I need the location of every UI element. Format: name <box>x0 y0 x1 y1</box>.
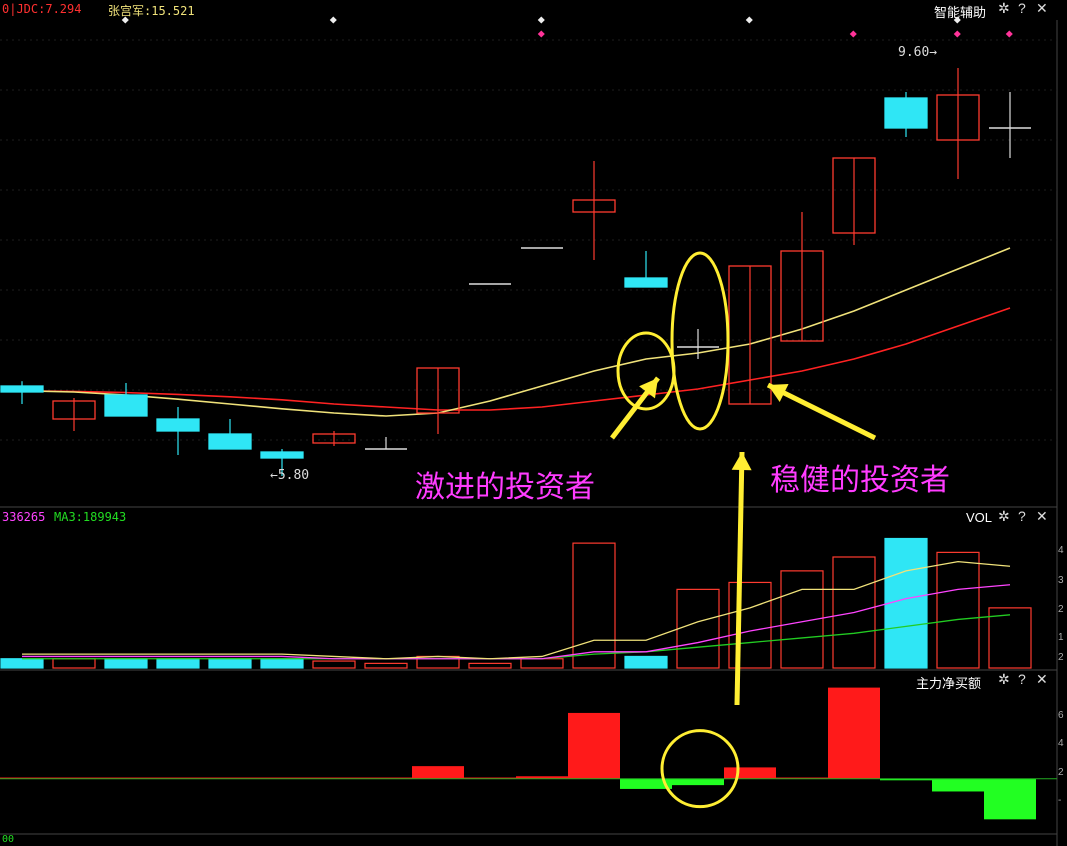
candle-body <box>208 433 252 450</box>
signal-diamond-pink <box>1005 30 1013 38</box>
volume-ma2-line <box>22 584 1011 660</box>
candle-body <box>0 385 44 393</box>
flow-tick: 6 <box>1058 710 1064 721</box>
candle <box>416 367 460 434</box>
steady-investor-annotation: 稳健的投资者 <box>770 463 950 498</box>
volume-tick: 3 <box>1058 575 1064 586</box>
volume-bar <box>208 658 252 669</box>
volume-bar <box>676 588 720 669</box>
signal-diamond-pink <box>953 30 961 38</box>
volume-bar <box>572 542 616 669</box>
volume-bar <box>988 607 1032 669</box>
ma-long-line <box>21 307 1011 411</box>
candle <box>156 407 200 455</box>
net-buy-panel-name: 主力净买额 <box>916 676 982 691</box>
volume-bar <box>52 658 96 669</box>
candle <box>936 68 980 179</box>
candle <box>52 398 96 431</box>
candle-body <box>104 394 148 417</box>
volume-bar <box>624 655 668 669</box>
volume-tick: 4 <box>1058 545 1064 556</box>
candle-body <box>156 418 200 432</box>
flow-tick: 2 <box>1058 767 1064 778</box>
net-buy-bar <box>672 778 724 786</box>
arrow-to-steady <box>766 382 877 441</box>
volume-bar <box>520 658 564 669</box>
arrow-vertical-head <box>731 452 752 471</box>
candle <box>208 419 252 450</box>
signal-diamond-white <box>329 16 337 24</box>
volume-bar <box>156 658 200 669</box>
volume-bar <box>312 660 356 669</box>
candle-body <box>624 277 668 288</box>
net-buy-bar <box>984 778 1036 820</box>
stock-chart <box>0 16 1058 846</box>
net-buy-bar <box>932 778 984 792</box>
flow-close-icon[interactable]: ✕ <box>1036 671 1048 688</box>
signal-diamond-white <box>121 16 129 24</box>
volume-close-icon[interactable]: ✕ <box>1036 508 1048 525</box>
volume-bar <box>728 581 772 669</box>
volume-bar <box>936 551 980 669</box>
ma-short-line <box>21 247 1011 417</box>
volume-value-label: 336265 <box>2 510 46 524</box>
volume-ma3-line <box>22 614 1011 660</box>
candle-body <box>260 451 304 459</box>
volume-bar <box>468 662 512 669</box>
flow-bottom-label: 00 <box>2 834 15 845</box>
net-buy-bar <box>724 767 776 779</box>
low-price-label: ←5.80 <box>270 468 310 483</box>
steady-circle <box>670 251 730 431</box>
signal-diamond-pink <box>537 30 545 38</box>
candle <box>884 92 928 137</box>
signal-diamond-white <box>745 16 753 24</box>
volume-bar <box>260 658 304 669</box>
volume-bar <box>884 537 928 669</box>
arrow-vertical <box>731 451 752 706</box>
aggressive-investor-annotation: 激进的投资者 <box>415 470 595 505</box>
volume-settings-gear-icon[interactable]: ✲ <box>998 508 1010 525</box>
volume-tick: 1 <box>1058 632 1064 643</box>
net-buy-bar <box>828 687 880 779</box>
volume-tick: 2 <box>1058 652 1064 663</box>
volume-bar <box>0 658 44 669</box>
candle <box>365 437 407 450</box>
net-buy-bar <box>412 766 464 779</box>
volume-tick: 2 <box>1058 604 1064 615</box>
volume-bar <box>364 662 408 669</box>
signal-diamond-pink <box>849 30 857 38</box>
candle-body <box>884 97 928 129</box>
volume-help-icon[interactable]: ? <box>1018 508 1026 524</box>
candle <box>0 381 44 404</box>
candle <box>989 92 1031 158</box>
candle <box>572 161 616 260</box>
candle <box>312 431 356 446</box>
candle <box>780 212 824 342</box>
signal-diamond-white <box>537 16 545 24</box>
candle <box>104 383 148 417</box>
net-buy-bar <box>568 712 620 779</box>
flow-tick: - <box>1058 795 1062 806</box>
volume-ma3-label: MA3:189943 <box>54 510 127 524</box>
flow-tick: 4 <box>1058 738 1064 749</box>
candle <box>624 251 668 288</box>
volume-bar <box>104 658 148 669</box>
signal-diamond-white <box>953 16 961 24</box>
flow-settings-gear-icon[interactable]: ✲ <box>998 671 1010 688</box>
flow-help-icon[interactable]: ? <box>1018 671 1026 687</box>
high-price-label: 9.60→ <box>898 45 938 60</box>
arrow-vertical-shaft <box>734 451 745 706</box>
candle <box>832 157 876 245</box>
volume-panel-name: VOL <box>966 510 993 525</box>
